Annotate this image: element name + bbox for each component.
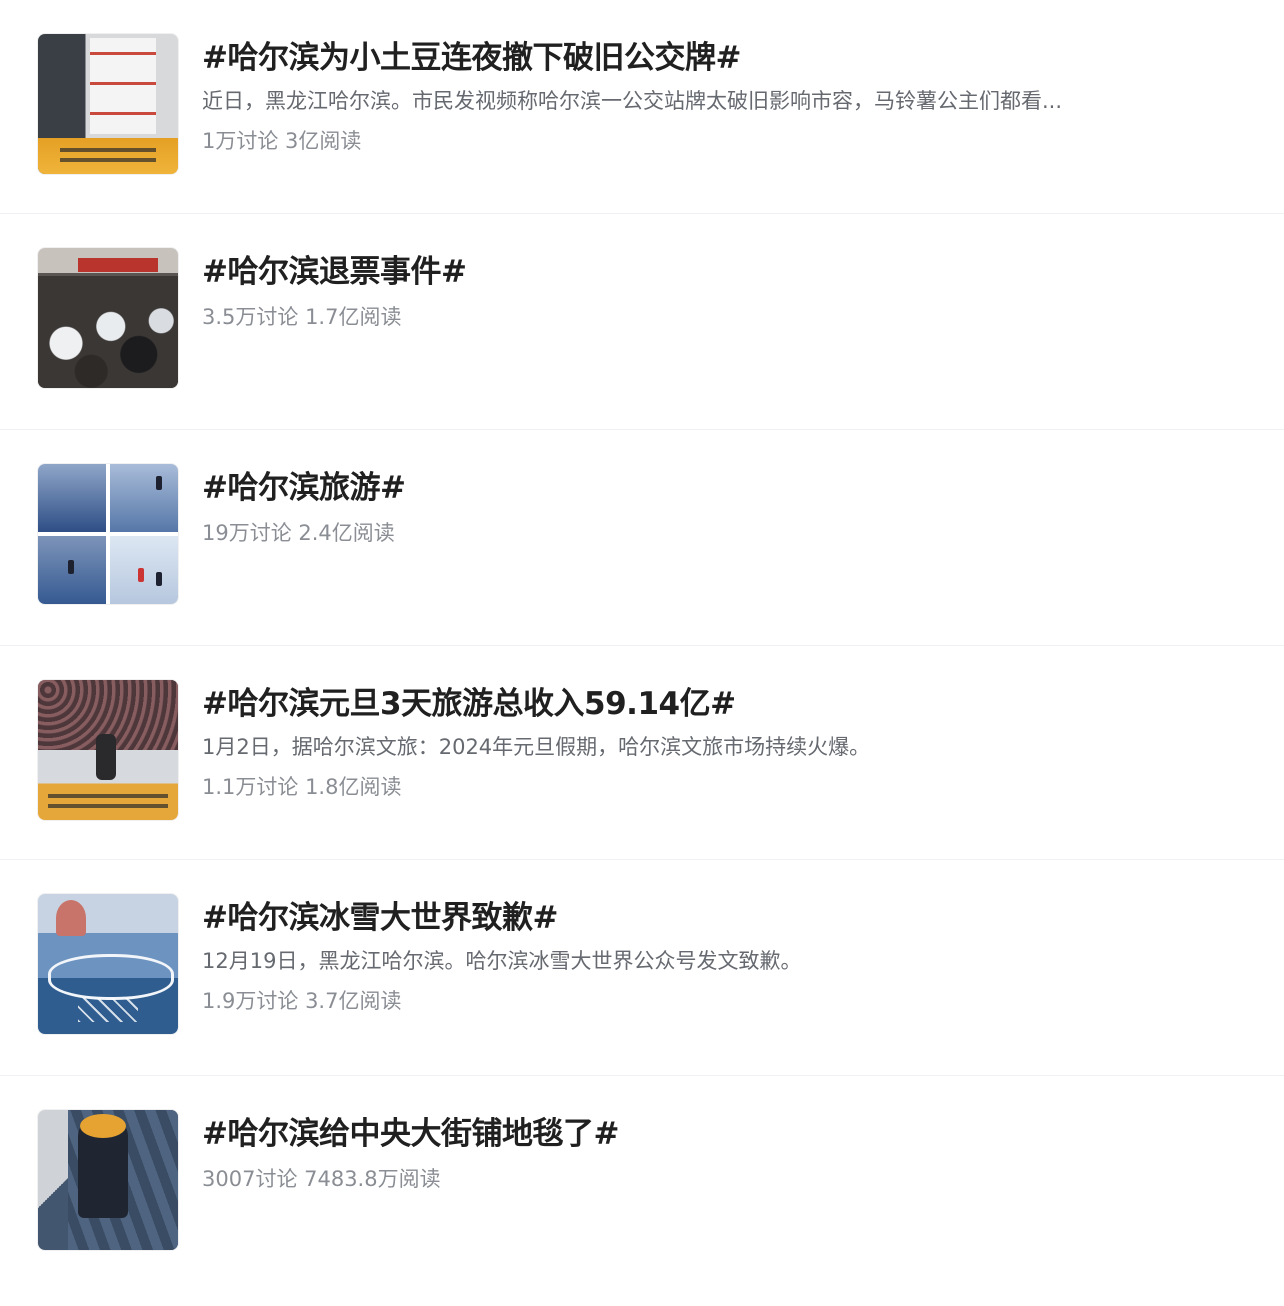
topic-stats: 3007讨论 7483.8万阅读	[202, 1167, 441, 1191]
snow-pattern-graphic	[78, 998, 138, 1022]
topic-stats: 3.5万讨论 1.7亿阅读	[202, 305, 402, 329]
topic-item[interactable]: #哈尔滨冰雪大世界致歉# 12月19日，黑龙江哈尔滨。哈尔滨冰雪大世界公众号发文…	[0, 860, 1284, 1076]
topic-description: 1月2日，据哈尔滨文旅：2024年元旦假期，哈尔滨文旅市场持续火爆。	[202, 735, 871, 759]
caption-band	[38, 138, 178, 174]
topic-item[interactable]: #哈尔滨给中央大街铺地毯了# 3007讨论 7483.8万阅读	[0, 1076, 1284, 1306]
skater-figure	[156, 572, 162, 586]
topic-item[interactable]: #哈尔滨旅游# 19万讨论 2.4亿阅读	[0, 430, 1284, 646]
topic-title[interactable]: #哈尔滨旅游#	[202, 466, 1194, 510]
topic-title[interactable]: #哈尔滨退票事件#	[202, 250, 1194, 294]
topic-item[interactable]: #哈尔滨为小土豆连夜撤下破旧公交牌# 近日，黑龙江哈尔滨。市民发视频称哈尔滨一公…	[0, 0, 1284, 214]
topic-title[interactable]: #哈尔滨冰雪大世界致歉#	[202, 896, 1194, 940]
topic-item[interactable]: #哈尔滨退票事件# 3.5万讨论 1.7亿阅读	[0, 214, 1284, 430]
topic-description: 12月19日，黑龙江哈尔滨。哈尔滨冰雪大世界公众号发文致歉。	[202, 949, 802, 973]
ice-tower-graphic	[56, 900, 86, 936]
skater-figure	[138, 568, 144, 582]
collage-tile	[110, 464, 178, 532]
skater-figure	[68, 560, 74, 574]
skater-figure	[156, 476, 162, 490]
topic-list: #哈尔滨为小土豆连夜撤下破旧公交牌# 近日，黑龙江哈尔滨。市民发视频称哈尔滨一公…	[0, 0, 1284, 1306]
topic-thumbnail[interactable]	[38, 894, 178, 1034]
topic-title[interactable]: #哈尔滨为小土豆连夜撤下破旧公交牌#	[202, 36, 1194, 80]
topic-stats: 1.1万讨论 1.8亿阅读	[202, 775, 402, 799]
topic-title[interactable]: #哈尔滨给中央大街铺地毯了#	[202, 1112, 1194, 1156]
banner-graphic	[78, 258, 158, 272]
topic-thumbnail[interactable]	[38, 464, 178, 604]
topic-description: 近日，黑龙江哈尔滨。市民发视频称哈尔滨一公交站牌太破旧影响市容，马铃薯公主们都看…	[202, 89, 1063, 113]
topic-stats: 1万讨论 3亿阅读	[202, 129, 362, 153]
topic-thumbnail[interactable]	[38, 680, 178, 820]
skater-figure	[96, 734, 116, 780]
collage-tile	[38, 464, 106, 532]
topic-title[interactable]: #哈尔滨元旦3天旅游总收入59.14亿#	[202, 682, 1194, 726]
rink-graphic	[48, 954, 174, 1000]
topic-stats: 1.9万讨论 3.7亿阅读	[202, 989, 402, 1013]
topic-thumbnail[interactable]	[38, 248, 178, 388]
topic-thumbnail[interactable]	[38, 1110, 178, 1250]
hat-graphic	[80, 1114, 126, 1138]
topic-thumbnail[interactable]	[38, 34, 178, 174]
crowd-graphic	[38, 276, 178, 388]
topic-stats: 19万讨论 2.4亿阅读	[202, 521, 395, 545]
collage-tile	[110, 536, 178, 604]
caption-band	[38, 784, 178, 820]
topic-item[interactable]: #哈尔滨元旦3天旅游总收入59.14亿# 1月2日，据哈尔滨文旅：2024年元旦…	[0, 646, 1284, 860]
bus-stop-sign-graphic	[90, 38, 156, 134]
